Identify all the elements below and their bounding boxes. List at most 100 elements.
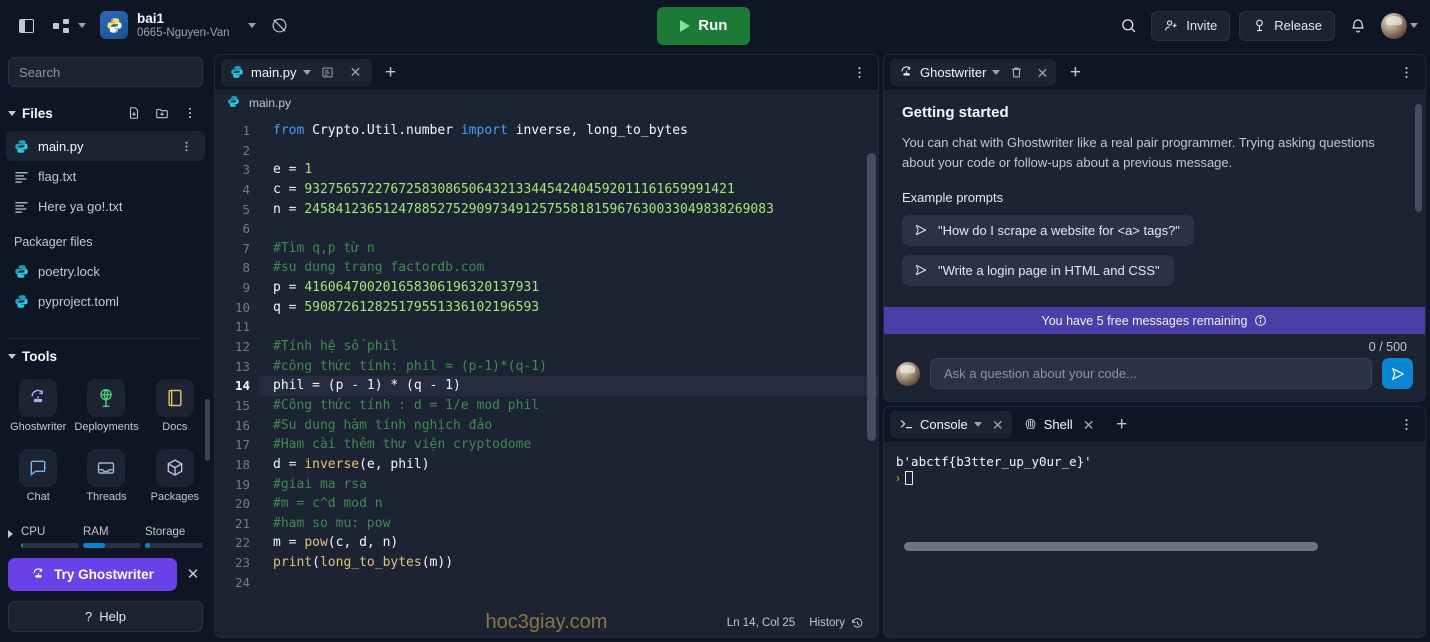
project-selector[interactable]: bai1 0665-Nguyen-Van bbox=[96, 8, 238, 44]
packager-files-label: Packager files bbox=[0, 221, 211, 256]
tab-console[interactable]: Console ✕ bbox=[890, 411, 1012, 438]
sidebar-toggle-icon[interactable] bbox=[12, 12, 40, 40]
code-line: #công thức tính: phil = (p-1)*(q-1) bbox=[259, 357, 878, 377]
ghostwriter-kebab-menu-icon[interactable] bbox=[1393, 60, 1419, 86]
line-number: 5 bbox=[215, 200, 259, 220]
tools-section-title: Tools bbox=[22, 349, 57, 364]
line-number: 3 bbox=[215, 160, 259, 180]
search-input[interactable] bbox=[19, 65, 192, 80]
tool-chat[interactable]: Chat bbox=[6, 443, 70, 509]
file-item-poetry-lock[interactable]: poetry.lock bbox=[6, 256, 205, 286]
run-button[interactable]: Run bbox=[657, 7, 750, 45]
close-icon[interactable]: ✕ bbox=[988, 415, 1008, 435]
resource-cpu[interactable]: CPU bbox=[21, 526, 79, 548]
tab-label: Shell bbox=[1044, 417, 1073, 432]
character-counter: 0 / 500 bbox=[884, 334, 1425, 358]
trash-icon[interactable] bbox=[1006, 63, 1026, 83]
user-menu[interactable] bbox=[1381, 13, 1418, 39]
line-number: 21 bbox=[215, 514, 259, 534]
history-circle-icon[interactable] bbox=[266, 12, 294, 40]
resource-ram[interactable]: RAM bbox=[83, 526, 141, 548]
ghostwriter-tabstrip: Ghostwriter ✕ + bbox=[884, 55, 1425, 90]
file-item-flag-txt[interactable]: flag.txt bbox=[6, 161, 205, 191]
ghostwriter-intro: You can chat with Ghostwriter like a rea… bbox=[902, 133, 1407, 173]
invite-button[interactable]: Invite bbox=[1151, 11, 1230, 41]
code-line bbox=[259, 141, 878, 161]
tab-main-py[interactable]: main.py ✕ bbox=[221, 59, 372, 86]
close-icon[interactable]: ✕ bbox=[345, 62, 367, 83]
chevron-right-icon[interactable] bbox=[8, 530, 13, 538]
line-number: 24 bbox=[215, 573, 259, 593]
line-number: 8 bbox=[215, 258, 259, 278]
file-item-here-ya-go-txt[interactable]: Here ya go!.txt bbox=[6, 191, 205, 221]
send-button[interactable] bbox=[1382, 358, 1413, 389]
ghostwriter-scrollbar[interactable] bbox=[1415, 104, 1422, 212]
preview-pane-icon[interactable] bbox=[317, 62, 339, 83]
release-button[interactable]: Release bbox=[1239, 11, 1335, 41]
code-editor[interactable]: 1 2 3 4 5 6 7 8 9 10 11 12 13 14 bbox=[215, 115, 878, 609]
tool-threads[interactable]: Threads bbox=[72, 443, 140, 509]
close-icon[interactable]: ✕ bbox=[1032, 63, 1052, 83]
chevron-down-icon[interactable] bbox=[974, 422, 982, 427]
tool-label: Threads bbox=[86, 491, 126, 503]
close-icon[interactable]: ✕ bbox=[1079, 415, 1099, 435]
file-item-main-py[interactable]: main.py bbox=[6, 131, 205, 161]
help-button[interactable]: ? Help bbox=[8, 601, 203, 632]
file-kebab-menu-icon[interactable] bbox=[175, 135, 197, 157]
c-value: 9327565722767258308650643213344542404592… bbox=[304, 182, 734, 197]
tool-docs[interactable]: Docs bbox=[143, 373, 207, 439]
new-tab-icon[interactable]: + bbox=[1062, 60, 1088, 86]
console-pane: Console ✕ Shell ✕ + bbox=[883, 406, 1426, 638]
history-button[interactable]: History bbox=[809, 617, 864, 630]
tool-packages[interactable]: Packages bbox=[143, 443, 207, 509]
branch-icon[interactable] bbox=[50, 12, 72, 40]
new-folder-icon[interactable] bbox=[151, 102, 173, 124]
avatar-chevron-down-icon bbox=[1410, 23, 1418, 28]
avatar bbox=[896, 362, 920, 386]
code-lines[interactable]: from Crypto.Util.number import inverse, … bbox=[259, 115, 878, 609]
file-item-pyproject-toml[interactable]: pyproject.toml bbox=[6, 286, 205, 316]
branch-chevron-down-icon[interactable] bbox=[78, 23, 86, 28]
tools-scrollbar[interactable] bbox=[205, 399, 210, 461]
code-line: #m = c^d mod n bbox=[259, 494, 878, 514]
bell-icon[interactable] bbox=[1344, 12, 1372, 40]
info-icon[interactable] bbox=[1254, 314, 1267, 327]
file-name: Here ya go!.txt bbox=[38, 199, 197, 214]
new-tab-icon[interactable]: + bbox=[1109, 412, 1135, 438]
chevron-down-icon bbox=[8, 111, 16, 116]
n-value: 2458412365124788527529097349125755818159… bbox=[304, 202, 774, 217]
files-section-header[interactable]: Files bbox=[0, 95, 211, 131]
editor-vertical-scrollbar[interactable] bbox=[867, 153, 876, 441]
tool-ghostwriter[interactable]: Ghostwriter bbox=[6, 373, 70, 439]
editor-kebab-menu-icon[interactable] bbox=[846, 60, 872, 86]
tool-deployments[interactable]: Deployments bbox=[72, 373, 140, 439]
new-file-icon[interactable] bbox=[123, 102, 145, 124]
console-kebab-menu-icon[interactable] bbox=[1393, 412, 1419, 438]
new-tab-icon[interactable]: + bbox=[378, 60, 404, 86]
line-number: 19 bbox=[215, 475, 259, 495]
resource-storage[interactable]: Storage bbox=[145, 526, 203, 548]
code-line bbox=[259, 219, 878, 239]
console-horizontal-scrollbar[interactable] bbox=[904, 542, 1318, 551]
example-prompt-2[interactable]: "Write a login page in HTML and CSS" bbox=[902, 255, 1174, 286]
tools-scroll: Ghostwriter Deployments bbox=[0, 371, 211, 509]
tab-shell[interactable]: Shell ✕ bbox=[1014, 411, 1103, 438]
project-chevron-down-icon[interactable] bbox=[248, 23, 256, 28]
example-prompt-1[interactable]: "How do I scrape a website for <a> tags?… bbox=[902, 215, 1194, 246]
tools-section-header[interactable]: Tools bbox=[0, 339, 211, 371]
chevron-down-icon[interactable] bbox=[992, 70, 1000, 75]
try-ghostwriter-button[interactable]: Try Ghostwriter bbox=[8, 558, 177, 591]
close-icon[interactable]: ✕ bbox=[183, 565, 203, 585]
project-name: bai1 bbox=[137, 11, 230, 27]
ghostwriter-input[interactable] bbox=[930, 358, 1372, 389]
tab-ghostwriter[interactable]: Ghostwriter ✕ bbox=[890, 59, 1056, 86]
breadcrumb-label: main.py bbox=[249, 96, 291, 110]
search-icon[interactable] bbox=[1114, 12, 1142, 40]
files-kebab-menu-icon[interactable] bbox=[179, 102, 201, 124]
prompt-symbol: › bbox=[896, 471, 900, 485]
chevron-down-icon[interactable] bbox=[303, 70, 311, 75]
line-number: 12 bbox=[215, 337, 259, 357]
console-output-area[interactable]: b'abctf{b3tter_up_y0ur_e}' › bbox=[884, 442, 1425, 637]
ghostwriter-body: Getting started You can chat with Ghostw… bbox=[884, 90, 1425, 307]
sidebar-search[interactable] bbox=[8, 57, 203, 87]
